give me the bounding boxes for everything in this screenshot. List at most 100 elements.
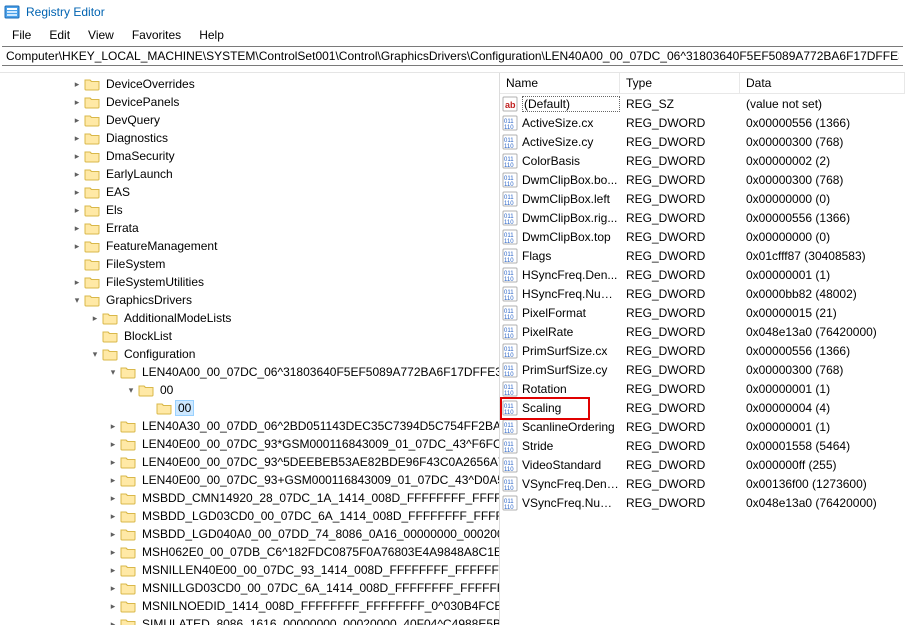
expand-toggle[interactable] [106, 581, 120, 595]
expand-toggle[interactable] [70, 77, 84, 91]
tree-node-label[interactable]: Configuration [122, 347, 197, 361]
tree-row[interactable]: MSNILLEN40E00_00_07DC_93_1414_008D_FFFFF… [106, 561, 499, 579]
expand-toggle[interactable] [106, 545, 120, 559]
value-row[interactable]: ActiveSize.cyREG_DWORD0x00000300 (768) [500, 132, 905, 151]
tree-node-label[interactable]: MSBDD_LGD03CD0_00_07DC_6A_1414_008D_FFFF… [140, 509, 499, 523]
expand-toggle[interactable] [70, 185, 84, 199]
value-row[interactable]: VideoStandardREG_DWORD0x000000ff (255) [500, 455, 905, 474]
menu-view[interactable]: View [80, 26, 122, 44]
tree-node-label[interactable]: 00 [176, 401, 193, 415]
value-row[interactable]: DwmClipBox.rig...REG_DWORD0x00000556 (13… [500, 208, 905, 227]
tree-row[interactable]: MSH062E0_00_07DB_C6^182FDC0875F0A76803E4… [106, 543, 499, 561]
expand-toggle[interactable] [106, 599, 120, 613]
tree-row[interactable]: Diagnostics [70, 129, 499, 147]
value-row[interactable]: ColorBasisREG_DWORD0x00000002 (2) [500, 151, 905, 170]
value-row[interactable]: PixelRateREG_DWORD0x048e13a0 (76420000) [500, 322, 905, 341]
tree-node-label[interactable]: Els [104, 203, 125, 217]
tree-node-label[interactable]: FileSystem [104, 257, 167, 271]
menu-edit[interactable]: Edit [41, 26, 78, 44]
tree-node-label[interactable]: EAS [104, 185, 132, 199]
value-row[interactable]: DwmClipBox.leftREG_DWORD0x00000000 (0) [500, 189, 905, 208]
tree-node-label[interactable]: GraphicsDrivers [104, 293, 194, 307]
expand-toggle[interactable] [106, 455, 120, 469]
expand-toggle[interactable] [70, 239, 84, 253]
menu-help[interactable]: Help [191, 26, 232, 44]
tree-row[interactable]: FileSystem [70, 255, 499, 273]
value-row[interactable]: RotationREG_DWORD0x00000001 (1) [500, 379, 905, 398]
expand-toggle[interactable] [106, 563, 120, 577]
col-header-data[interactable]: Data [740, 73, 905, 93]
expand-toggle[interactable] [70, 149, 84, 163]
expand-toggle[interactable] [106, 509, 120, 523]
expand-toggle[interactable] [88, 347, 102, 361]
value-row[interactable]: PixelFormatREG_DWORD0x00000015 (21) [500, 303, 905, 322]
tree-node-label[interactable]: MSBDD_LGD040A0_00_07DD_74_8086_0A16_0000… [140, 527, 499, 541]
tree-node-label[interactable]: FileSystemUtilities [104, 275, 206, 289]
tree-row[interactable]: DeviceOverrides [70, 75, 499, 93]
tree-row[interactable]: Configuration [88, 345, 499, 363]
tree-row[interactable]: MSNILLGD03CD0_00_07DC_6A_1414_008D_FFFFF… [106, 579, 499, 597]
tree-node-label[interactable]: MSNILNOEDID_1414_008D_FFFFFFFF_FFFFFFFF_… [140, 599, 499, 613]
value-row[interactable]: ScalingREG_DWORD0x00000004 (4) [500, 398, 905, 417]
tree-row[interactable]: 00 [124, 381, 499, 399]
value-row[interactable]: HSyncFreq.Num...REG_DWORD0x0000bb82 (480… [500, 284, 905, 303]
expand-toggle[interactable] [88, 311, 102, 325]
value-row[interactable]: (Default)REG_SZ(value not set) [500, 94, 905, 113]
col-header-type[interactable]: Type [620, 73, 740, 93]
tree-node-label[interactable]: BlockList [122, 329, 174, 343]
value-row[interactable]: StrideREG_DWORD0x00001558 (5464) [500, 436, 905, 455]
tree-row[interactable]: LEN40A00_00_07DC_06^31803640F5EF5089A772… [106, 363, 499, 381]
expand-toggle[interactable] [124, 383, 138, 397]
tree-node-label[interactable]: SIMULATED_8086_1616_00000000_00020000_40… [140, 617, 499, 625]
tree-scroll[interactable]: DeviceOverrides DevicePanels DevQuery Diagn… [0, 73, 499, 625]
expand-toggle[interactable] [70, 167, 84, 181]
expand-toggle[interactable] [106, 527, 120, 541]
tree-node-label[interactable]: LEN40E00_00_07DC_93^5DEEBEB53AE82BDE96F4… [140, 455, 499, 469]
expand-toggle[interactable] [70, 95, 84, 109]
tree-row[interactable]: EarlyLaunch [70, 165, 499, 183]
tree-row[interactable]: BlockList [88, 327, 499, 345]
tree-node-label[interactable]: 00 [158, 383, 175, 397]
expand-toggle[interactable] [106, 365, 120, 379]
tree-row[interactable]: LEN40E00_00_07DC_93*GSM000116843009_01_0… [106, 435, 499, 453]
tree-node-label[interactable]: MSNILLEN40E00_00_07DC_93_1414_008D_FFFFF… [140, 563, 499, 577]
expand-toggle[interactable] [106, 473, 120, 487]
tree-node-label[interactable]: Diagnostics [104, 131, 170, 145]
tree-row[interactable]: LEN40A30_00_07DD_06^2BD051143DEC35C7394D… [106, 417, 499, 435]
tree-node-label[interactable]: AdditionalModeLists [122, 311, 233, 325]
tree-node-label[interactable]: MSBDD_CMN14920_28_07DC_1A_1414_008D_FFFF… [140, 491, 499, 505]
tree-row[interactable]: Els [70, 201, 499, 219]
tree-node-label[interactable]: DevQuery [104, 113, 162, 127]
menu-favorites[interactable]: Favorites [124, 26, 189, 44]
tree-node-label[interactable]: MSH062E0_00_07DB_C6^182FDC0875F0A76803E4… [140, 545, 499, 559]
expand-toggle[interactable] [70, 221, 84, 235]
tree-node-label[interactable]: LEN40E00_00_07DC_93*GSM000116843009_01_0… [140, 437, 499, 451]
tree-row[interactable]: GraphicsDrivers [70, 291, 499, 309]
expand-toggle[interactable] [70, 113, 84, 127]
tree-row[interactable]: LEN40E00_00_07DC_93+GSM000116843009_01_0… [106, 471, 499, 489]
value-row[interactable]: PrimSurfSize.cyREG_DWORD0x00000300 (768) [500, 360, 905, 379]
tree-row[interactable]: MSBDD_CMN14920_28_07DC_1A_1414_008D_FFFF… [106, 489, 499, 507]
tree-node-label[interactable]: EarlyLaunch [104, 167, 175, 181]
tree-row[interactable]: DmaSecurity [70, 147, 499, 165]
expand-toggle[interactable] [106, 419, 120, 433]
expand-toggle[interactable] [70, 203, 84, 217]
expand-toggle[interactable] [106, 491, 120, 505]
values-pane[interactable]: Name Type Data (Default)REG_SZ(value not… [500, 73, 905, 625]
tree-row[interactable]: SIMULATED_8086_1616_00000000_00020000_40… [106, 615, 499, 625]
value-row[interactable]: PrimSurfSize.cxREG_DWORD0x00000556 (1366… [500, 341, 905, 360]
tree-row[interactable]: FileSystemUtilities [70, 273, 499, 291]
tree-node-label[interactable]: DevicePanels [104, 95, 181, 109]
tree-node-label[interactable]: LEN40E00_00_07DC_93+GSM000116843009_01_0… [140, 473, 499, 487]
tree-row[interactable]: Errata [70, 219, 499, 237]
tree-node-label[interactable]: LEN40A00_00_07DC_06^31803640F5EF5089A772… [140, 365, 499, 379]
value-row[interactable]: HSyncFreq.Den...REG_DWORD0x00000001 (1) [500, 265, 905, 284]
tree-row[interactable]: MSNILNOEDID_1414_008D_FFFFFFFF_FFFFFFFF_… [106, 597, 499, 615]
expand-toggle[interactable] [106, 617, 120, 625]
tree-row[interactable]: LEN40E00_00_07DC_93^5DEEBEB53AE82BDE96F4… [106, 453, 499, 471]
tree-row[interactable]: DevicePanels [70, 93, 499, 111]
tree-node-label[interactable]: FeatureManagement [104, 239, 219, 253]
address-input[interactable] [2, 47, 903, 65]
tree-row[interactable]: 00 [142, 399, 499, 417]
tree-row[interactable]: EAS [70, 183, 499, 201]
